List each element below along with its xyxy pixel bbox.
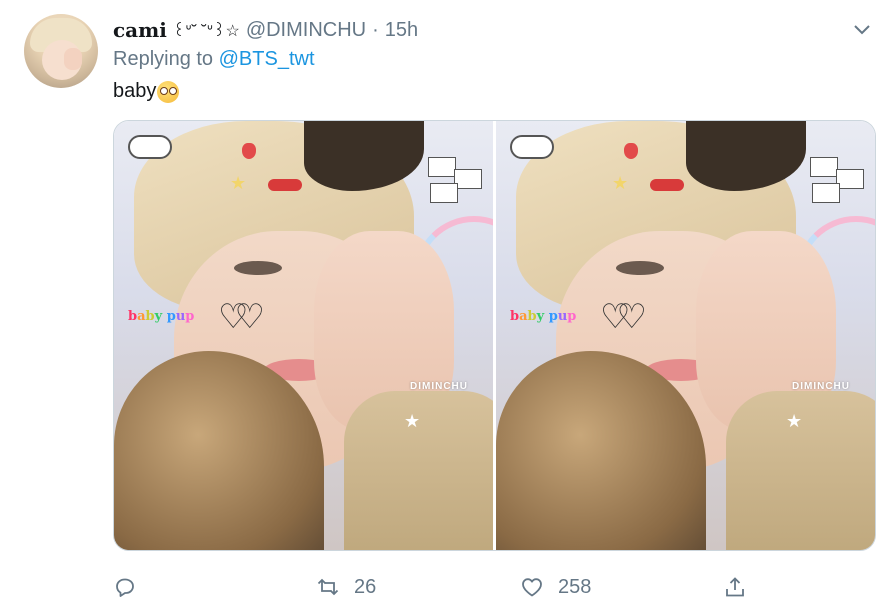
baby-pup-sticker: baby pup <box>128 309 194 324</box>
tweet-body: baby <box>113 80 157 102</box>
share-button[interactable] <box>723 572 747 602</box>
photo-eye <box>234 261 282 275</box>
tweet-header: cami ꒰ᐡ˘ ˘ᐡ꒱☆ @DIMINCHU · 15h <box>113 18 418 42</box>
pleading-face-emoji <box>157 80 180 103</box>
tweet[interactable]: cami ꒰ᐡ˘ ˘ᐡ꒱☆ @DIMINCHU · 15h Replying t… <box>0 0 896 616</box>
sticker-letter: b <box>128 309 138 324</box>
star-sticker: ★ <box>404 411 421 431</box>
note-card <box>428 157 456 177</box>
sticker-letter: u <box>175 309 186 324</box>
media-photo-2[interactable]: ★ ★ ♡♡ baby pup DIMINCHU <box>496 121 875 550</box>
note-card <box>810 157 838 177</box>
like-count: 258 <box>558 575 592 598</box>
separator-dot: · <box>372 18 379 41</box>
timestamp[interactable]: 15h <box>385 19 418 42</box>
cloud-sticker <box>510 135 554 159</box>
sticker-letter: p <box>185 309 195 324</box>
tweet-actions: 26 258 <box>113 572 763 602</box>
reply-icon <box>116 578 134 597</box>
user-handle[interactable]: @DIMINCHU <box>246 19 366 42</box>
like-button[interactable]: 258 <box>520 572 591 602</box>
avatar-hand <box>64 48 82 70</box>
watermark: DIMINCHU <box>792 381 850 392</box>
star-sticker: ★ <box>786 411 803 431</box>
strawberry-sticker <box>624 143 638 159</box>
chevron-down-icon[interactable] <box>852 22 872 38</box>
photo-dark-hair <box>686 121 806 191</box>
note-card <box>836 169 864 189</box>
retweet-icon <box>317 578 339 596</box>
note-card <box>430 183 458 203</box>
sticker-letter: p <box>567 309 577 324</box>
photo-eye <box>616 261 664 275</box>
cloud-sticker <box>128 135 172 159</box>
star-sticker: ★ <box>612 173 629 193</box>
sticker-letter: b <box>510 309 520 324</box>
sticker-letter: a <box>519 309 528 324</box>
sticker-letter: p <box>548 309 558 324</box>
replying-to: Replying to @BTS_twt <box>113 48 315 71</box>
sticker-letter: b <box>527 309 537 324</box>
notes-sticker <box>428 151 488 215</box>
heart-icon <box>522 578 542 597</box>
watermark: DIMINCHU <box>410 381 468 392</box>
avatar[interactable] <box>24 14 98 88</box>
hearts-sticker: ♡♡ <box>218 298 265 336</box>
hearts-sticker: ♡♡ <box>600 298 647 336</box>
hairclip-sticker <box>650 179 684 191</box>
retweet-count: 26 <box>354 575 377 598</box>
photo-dark-hair <box>304 121 424 191</box>
media-grid: ★ ★ ♡♡ baby pup DIMINCHU ★ ★ ♡♡ baby pup… <box>113 120 876 551</box>
replying-to-mention[interactable]: @BTS_twt <box>219 48 315 70</box>
note-card <box>454 169 482 189</box>
sticker-letter: b <box>145 309 155 324</box>
replying-prefix: Replying to <box>113 48 214 70</box>
sticker-letter: a <box>137 309 146 324</box>
tweet-text: baby <box>113 80 180 103</box>
sticker-letter: u <box>557 309 568 324</box>
notes-sticker <box>810 151 870 215</box>
reply-button[interactable] <box>113 572 151 602</box>
retweet-button[interactable]: 26 <box>316 572 376 602</box>
sticker-letter: p <box>166 309 176 324</box>
display-name[interactable]: cami <box>113 18 167 42</box>
baby-pup-sticker: baby pup <box>510 309 576 324</box>
hairclip-sticker <box>268 179 302 191</box>
name-emoji: ꒰ᐡ˘ ˘ᐡ꒱☆ <box>172 23 240 40</box>
media-photo-1[interactable]: ★ ★ ♡♡ baby pup DIMINCHU <box>114 121 493 550</box>
share-icon <box>726 577 744 597</box>
strawberry-sticker <box>242 143 256 159</box>
note-card <box>812 183 840 203</box>
star-sticker: ★ <box>230 173 247 193</box>
